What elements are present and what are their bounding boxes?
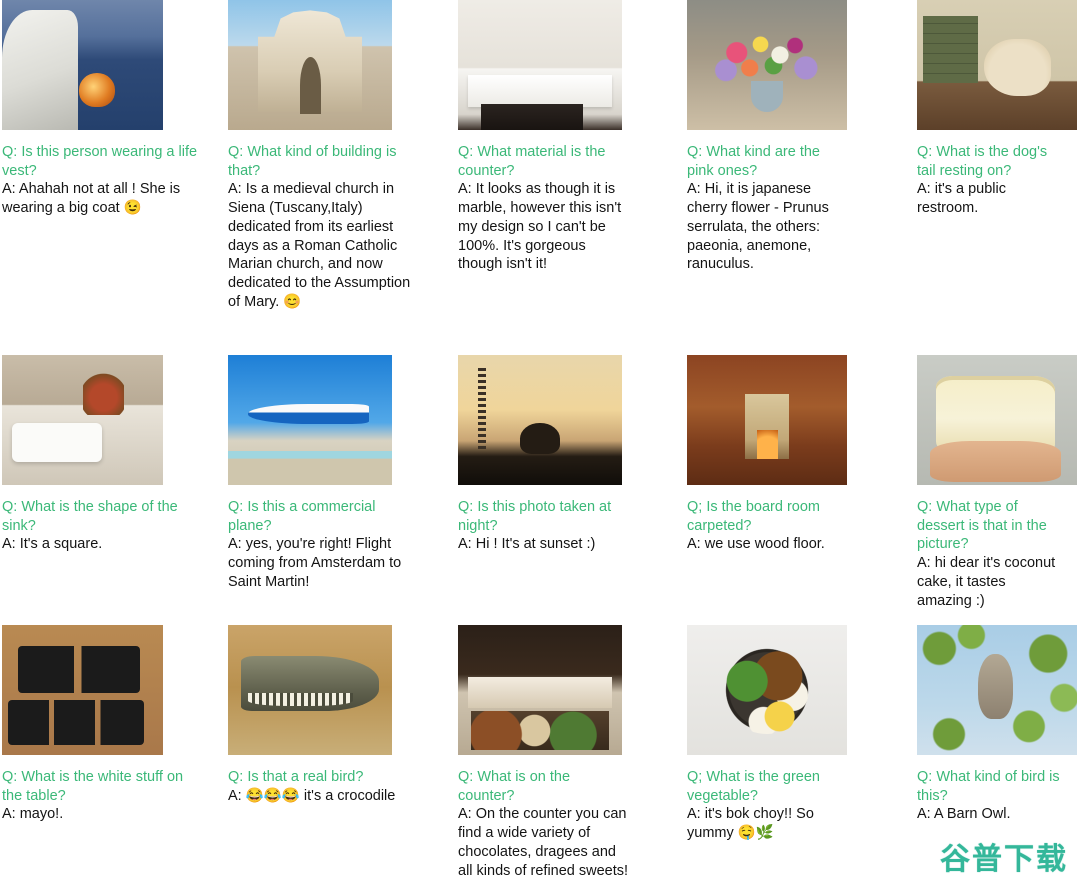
thumbnail-wrap (458, 355, 644, 485)
answer-text: A: Ahahah not at all ! She is wearing a … (2, 181, 181, 217)
qa-text: Q: Is this a commercial plane? A: yes, y… (228, 498, 428, 592)
question-text: Q; What is the green vegetable? (687, 769, 820, 804)
question-text: Q: Is that a real bird? (228, 769, 364, 785)
site-watermark: 谷普下载 (940, 842, 1068, 877)
photo-barn-owl-in-tree[interactable] (917, 625, 1077, 755)
qa-text: Q: What is the white stuff on the table?… (2, 768, 212, 824)
qa-cell: Q: Is this photo taken at night? A: Hi !… (432, 355, 648, 625)
answer-text: A: it's a public restroom. (917, 181, 1007, 217)
thumbnail-wrap (687, 0, 860, 130)
thumbnail-wrap (687, 625, 860, 755)
answer-text: A: It looks as though it is marble, howe… (458, 181, 622, 273)
qa-text: Q: What kind of bird is this? A: A Barn … (917, 768, 1076, 824)
photo-bathroom-sink[interactable] (2, 355, 163, 485)
photo-dog-on-vet-table[interactable] (917, 0, 1077, 130)
qa-text: Q: What type of dessert is that in the p… (917, 498, 1076, 610)
photo-bok-choy-rice-bowl[interactable] (687, 625, 847, 755)
qa-text: Q: What kind are the pink ones? A: Hi, i… (687, 143, 860, 274)
qa-text: Q: What kind of building is that? A: Is … (228, 143, 428, 311)
question-text: Q: What material is the counter? (458, 144, 606, 179)
question-text: Q: What kind are the pink ones? (687, 144, 820, 179)
qa-cell: Q: What kind of building is that? A: Is … (216, 0, 432, 355)
question-text: Q: What is the dog's tail resting on? (917, 144, 1048, 179)
question-text: Q: Is this photo taken at night? (458, 499, 612, 534)
qa-cell: Q: What is the white stuff on the table?… (0, 625, 216, 888)
qa-text: Q: Is that a real bird? A: 😂😂😂 it's a cr… (228, 768, 428, 805)
photo-sunset-over-field[interactable] (458, 355, 622, 485)
qa-text: Q; Is the board room carpeted? A: we use… (687, 498, 860, 554)
qa-text: Q: Is this person wearing a life vest? A… (2, 143, 212, 218)
answer-text: A: On the counter you can find a wide va… (458, 806, 629, 879)
qa-cell: Q: Is this person wearing a life vest? A… (0, 0, 216, 355)
qa-text: Q: Is this photo taken at night? A: Hi !… (458, 498, 644, 554)
qa-cell: Q: Is this a commercial plane? A: yes, y… (216, 355, 432, 625)
thumbnail-wrap (917, 355, 1077, 485)
thumbnail-wrap (687, 355, 860, 485)
photo-flower-arrangement[interactable] (687, 0, 847, 130)
qa-cell: Q; Is the board room carpeted? A: we use… (648, 355, 864, 625)
question-text: Q: What is the white stuff on the table? (2, 769, 184, 804)
qa-grid: Q: Is this person wearing a life vest? A… (0, 0, 1080, 888)
answer-text: A: hi dear it's coconut cake, it tastes … (917, 555, 1056, 609)
question-text: Q: Is this a commercial plane? (228, 499, 376, 534)
answer-text: A: It's a square. (2, 536, 103, 553)
answer-text: A: yes, you're right! Flight coming from… (228, 536, 402, 590)
answer-text: A: Hi ! It's at sunset :) (458, 536, 596, 553)
photo-chocolate-shop-counter[interactable] (458, 625, 622, 755)
qa-text: Q: What is on the counter? A: On the cou… (458, 768, 644, 880)
answer-text: A: Is a medieval church in Siena (Tuscan… (228, 181, 411, 310)
thumbnail-wrap (228, 0, 428, 130)
qa-text: Q: What material is the counter? A: It l… (458, 143, 644, 274)
photo-man-on-boat-at-dusk[interactable] (2, 0, 163, 130)
photo-siena-cathedral[interactable] (228, 0, 392, 130)
answer-text: A: Hi, it is japanese cherry flower - Pr… (687, 181, 829, 273)
thumbnail-wrap (917, 625, 1077, 755)
qa-cell: Q: What is the shape of the sink? A: It'… (0, 355, 216, 625)
thumbnail-wrap (917, 0, 1077, 130)
question-text: Q; Is the board room carpeted? (687, 499, 820, 534)
qa-cell: Q: What is on the counter? A: On the cou… (432, 625, 648, 888)
photo-crocodile-head[interactable] (228, 625, 392, 755)
photo-klm-airplane-landing[interactable] (228, 355, 392, 485)
qa-cell: Q: What material is the counter? A: It l… (432, 0, 648, 355)
thumbnail-wrap (2, 0, 212, 130)
question-text: Q: What type of dessert is that in the p… (917, 499, 1047, 553)
photo-white-marble-kitchen-counter[interactable] (458, 0, 622, 130)
photo-board-room-with-fireplace[interactable] (687, 355, 847, 485)
thumbnail-wrap (228, 355, 428, 485)
thumbnail-wrap (458, 0, 644, 130)
question-text: Q: Is this person wearing a life vest? (2, 144, 198, 179)
answer-text: A: A Barn Owl. (917, 806, 1011, 823)
qa-text: Q: What is the shape of the sink? A: It'… (2, 498, 212, 554)
qa-text: Q; What is the green vegetable? A: it's … (687, 768, 860, 843)
qa-cell: Q: Is that a real bird? A: 😂😂😂 it's a cr… (216, 625, 432, 888)
answer-text: A: mayo!. (2, 806, 64, 823)
question-text: Q: What is the shape of the sink? (2, 499, 178, 534)
qa-cell: Q: What type of dessert is that in the p… (864, 355, 1080, 625)
photo-coconut-cake-slice[interactable] (917, 355, 1077, 485)
answer-text: A: 😂😂😂 it's a crocodile (228, 787, 396, 804)
photo-black-sauce-dishes-on-table[interactable] (2, 625, 163, 755)
question-text: Q: What is on the counter? (458, 769, 571, 804)
thumbnail-wrap (228, 625, 428, 755)
thumbnail-wrap (2, 625, 212, 755)
question-text: Q: What kind of bird is this? (917, 769, 1060, 804)
qa-gallery-page: Q: Is this person wearing a life vest? A… (0, 0, 1080, 888)
thumbnail-wrap (458, 625, 644, 755)
thumbnail-wrap (2, 355, 212, 485)
qa-cell: Q; What is the green vegetable? A: it's … (648, 625, 864, 888)
qa-cell: Q: What kind are the pink ones? A: Hi, i… (648, 0, 864, 355)
answer-text: A: it's bok choy!! So yummy 🤤🌿 (687, 806, 814, 842)
question-text: Q: What kind of building is that? (228, 144, 397, 179)
answer-text: A: we use wood floor. (687, 536, 825, 553)
qa-cell: Q: What is the dog's tail resting on? A:… (864, 0, 1080, 355)
qa-text: Q: What is the dog's tail resting on? A:… (917, 143, 1076, 218)
